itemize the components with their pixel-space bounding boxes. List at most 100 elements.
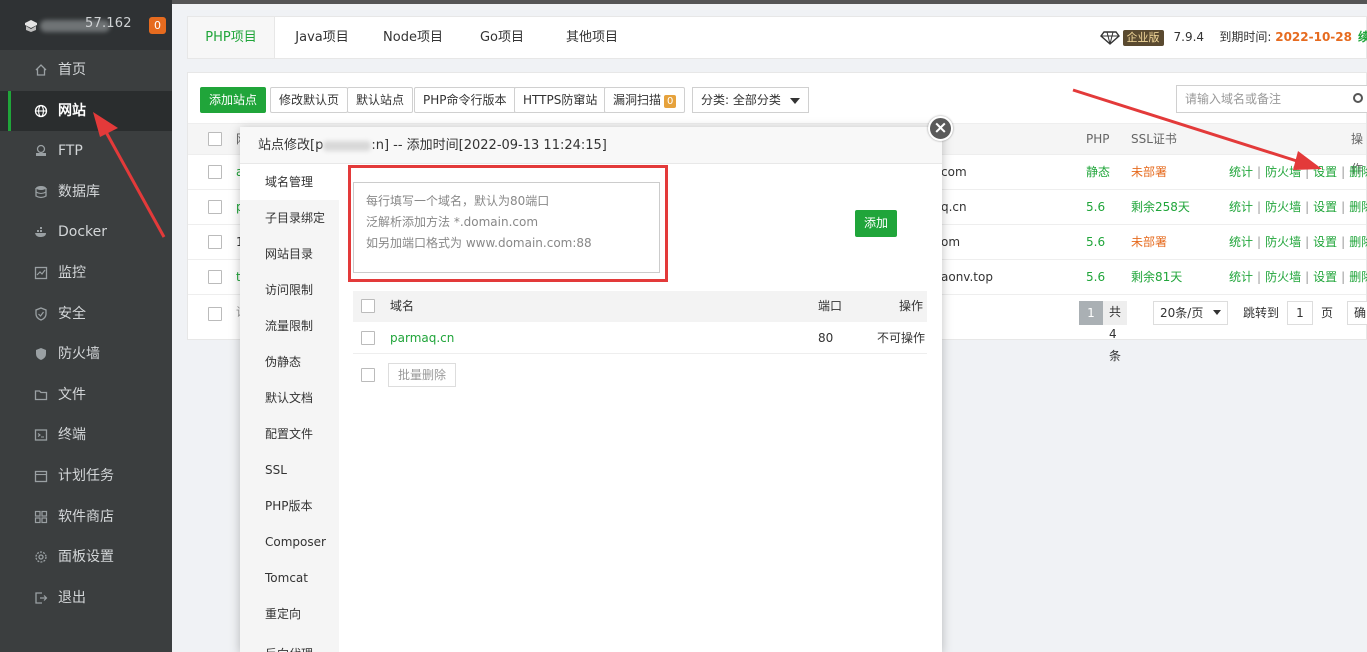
edition-badge[interactable]: 企业版 bbox=[1122, 30, 1164, 46]
https-protect-button[interactable]: HTTPS防窜站 bbox=[514, 87, 607, 113]
menu-redirect[interactable]: 重定向 bbox=[240, 596, 339, 632]
row-checkbox[interactable] bbox=[208, 165, 222, 179]
settings-link[interactable]: 设置 bbox=[1313, 235, 1337, 249]
ssl-status[interactable]: 未部署 bbox=[1131, 225, 1167, 259]
tab-node[interactable]: Node项目 bbox=[376, 17, 450, 58]
delete-link[interactable]: 删除 bbox=[1349, 165, 1367, 179]
per-page-select[interactable]: 20条/页 bbox=[1153, 301, 1228, 325]
sidebar-item-security[interactable]: 安全 bbox=[0, 294, 172, 335]
firewall-link[interactable]: 防火墙 bbox=[1265, 270, 1301, 284]
ssl-status[interactable]: 剩余81天 bbox=[1131, 260, 1182, 294]
site-search-input[interactable]: 请输入域名或备注 bbox=[1176, 85, 1367, 113]
add-domain-button[interactable]: 添加 bbox=[855, 210, 897, 237]
delete-link[interactable]: 删除 bbox=[1349, 270, 1367, 284]
menu-domain-management[interactable]: 域名管理 bbox=[240, 164, 340, 200]
firewall-icon bbox=[36, 348, 46, 361]
menu-tomcat[interactable]: Tomcat bbox=[240, 560, 339, 596]
menu-site-directory[interactable]: 网站目录 bbox=[240, 236, 339, 272]
modify-default-page-button[interactable]: 修改默认页 bbox=[270, 87, 349, 113]
php-cli-version-button[interactable]: PHP命令行版本 bbox=[414, 87, 516, 113]
tab-go[interactable]: Go项目 bbox=[471, 17, 533, 58]
domain-name[interactable]: parmaq.cn bbox=[390, 322, 454, 354]
delete-link[interactable]: 删除 bbox=[1349, 200, 1367, 214]
row-checkbox[interactable] bbox=[208, 235, 222, 249]
firewall-link[interactable]: 防火墙 bbox=[1265, 235, 1301, 249]
sidebar-item-label: 首页 bbox=[58, 62, 86, 78]
menu-ssl[interactable]: SSL bbox=[240, 452, 339, 488]
tab-java[interactable]: Java项目 bbox=[288, 17, 356, 58]
notification-badge[interactable]: 0 bbox=[149, 17, 166, 34]
menu-reverse-proxy[interactable]: 反向代理 bbox=[240, 632, 339, 652]
sidebar-item-database[interactable]: 数据库 bbox=[0, 172, 172, 213]
renew-link[interactable]: 续 bbox=[1358, 30, 1367, 44]
sidebar-item-home[interactable]: 首页 bbox=[0, 50, 172, 91]
per-page-value: 20条/页 bbox=[1160, 306, 1204, 320]
category-select[interactable]: 分类: 全部分类 bbox=[692, 87, 809, 113]
total-count: 共4条 bbox=[1103, 301, 1128, 363]
sidebar-item-firewall[interactable]: 防火墙 bbox=[0, 334, 172, 375]
version-number: 7.9.4 bbox=[1173, 30, 1205, 44]
row-checkbox[interactable] bbox=[208, 270, 222, 284]
sidebar-item-terminal[interactable]: 终端 bbox=[0, 415, 172, 456]
search-icon[interactable] bbox=[1353, 93, 1363, 103]
menu-config-file[interactable]: 配置文件 bbox=[240, 416, 339, 452]
sidebar-item-monitor[interactable]: 监控 bbox=[0, 253, 172, 294]
settings-link[interactable]: 设置 bbox=[1313, 270, 1337, 284]
menu-rewrite[interactable]: 伪静态 bbox=[240, 344, 339, 380]
tab-other[interactable]: 其他项目 bbox=[556, 17, 628, 58]
php-version[interactable]: 5.6 bbox=[1086, 190, 1105, 224]
php-version[interactable]: 静态 bbox=[1086, 155, 1110, 189]
sidebar-item-files[interactable]: 文件 bbox=[0, 375, 172, 416]
php-version[interactable]: 5.6 bbox=[1086, 260, 1105, 294]
vuln-scan-label: 漏洞扫描 bbox=[613, 93, 662, 107]
sidebar-item-cron[interactable]: 计划任务 bbox=[0, 456, 172, 497]
php-version[interactable]: 5.6 bbox=[1086, 225, 1105, 259]
menu-composer[interactable]: Composer bbox=[240, 524, 339, 560]
page-label: 页 bbox=[1321, 306, 1334, 320]
ssl-status[interactable]: 剩余258天 bbox=[1131, 190, 1190, 224]
stats-link[interactable]: 统计 bbox=[1229, 270, 1253, 284]
sidebar-item-label: 面板设置 bbox=[58, 549, 114, 566]
jump-confirm-button[interactable]: 确认 bbox=[1347, 301, 1367, 325]
firewall-link[interactable]: 防火墙 bbox=[1265, 165, 1301, 179]
sidebar-item-website[interactable]: 网站 bbox=[0, 90, 172, 132]
jump-page-input[interactable]: 1 bbox=[1287, 301, 1313, 325]
row-checkbox[interactable] bbox=[208, 200, 222, 214]
column-action: 操作 bbox=[899, 299, 924, 313]
stats-link[interactable]: 统计 bbox=[1229, 235, 1253, 249]
tab-php[interactable]: PHP项目 bbox=[188, 17, 275, 58]
footer-select-all-checkbox[interactable] bbox=[208, 307, 222, 321]
batch-select-checkbox[interactable] bbox=[361, 368, 375, 382]
page-current[interactable]: 1 bbox=[1079, 301, 1103, 325]
menu-traffic-limit[interactable]: 流量限制 bbox=[240, 308, 339, 344]
sidebar-item-docker[interactable]: Docker bbox=[0, 212, 172, 253]
domain-row-checkbox[interactable] bbox=[361, 331, 375, 345]
select-all-checkbox[interactable] bbox=[208, 132, 222, 146]
diamond-icon bbox=[1099, 30, 1120, 45]
batch-delete-button[interactable]: 批量删除 bbox=[388, 363, 457, 387]
annotation-highlight-box bbox=[348, 165, 668, 282]
default-site-button[interactable]: 默认站点 bbox=[347, 87, 414, 113]
vuln-scan-button[interactable]: 漏洞扫描 0 bbox=[604, 87, 686, 113]
domain-select-all-checkbox[interactable] bbox=[361, 299, 375, 313]
add-site-button[interactable]: 添加站点 bbox=[200, 87, 267, 113]
firewall-link[interactable]: 防火墙 bbox=[1265, 200, 1301, 214]
stats-link[interactable]: 统计 bbox=[1229, 165, 1253, 179]
sidebar-item-settings[interactable]: 面板设置 bbox=[0, 537, 172, 578]
ftp-icon bbox=[36, 145, 46, 157]
menu-subdir-binding[interactable]: 子目录绑定 bbox=[240, 200, 339, 236]
menu-php-version[interactable]: PHP版本 bbox=[240, 488, 339, 524]
sidebar-item-appstore[interactable]: 软件商店 bbox=[0, 497, 172, 538]
version-bar: 企业版 7.9.4 到期时间: 2022-10-28 续 bbox=[1099, 17, 1367, 58]
menu-default-doc[interactable]: 默认文档 bbox=[240, 380, 339, 416]
sidebar-item-logout[interactable]: 退出 bbox=[0, 578, 172, 619]
settings-link[interactable]: 设置 bbox=[1313, 200, 1337, 214]
monitor-icon bbox=[34, 266, 48, 280]
settings-link[interactable]: 设置 bbox=[1313, 165, 1337, 179]
menu-access-limit[interactable]: 访问限制 bbox=[240, 272, 339, 308]
ssl-status[interactable]: 未部署 bbox=[1131, 155, 1167, 189]
sidebar-item-ftp[interactable]: FTP bbox=[0, 131, 172, 172]
modal-close-icon[interactable]: × bbox=[928, 116, 953, 141]
delete-link[interactable]: 删除 bbox=[1349, 235, 1367, 249]
stats-link[interactable]: 统计 bbox=[1229, 200, 1253, 214]
